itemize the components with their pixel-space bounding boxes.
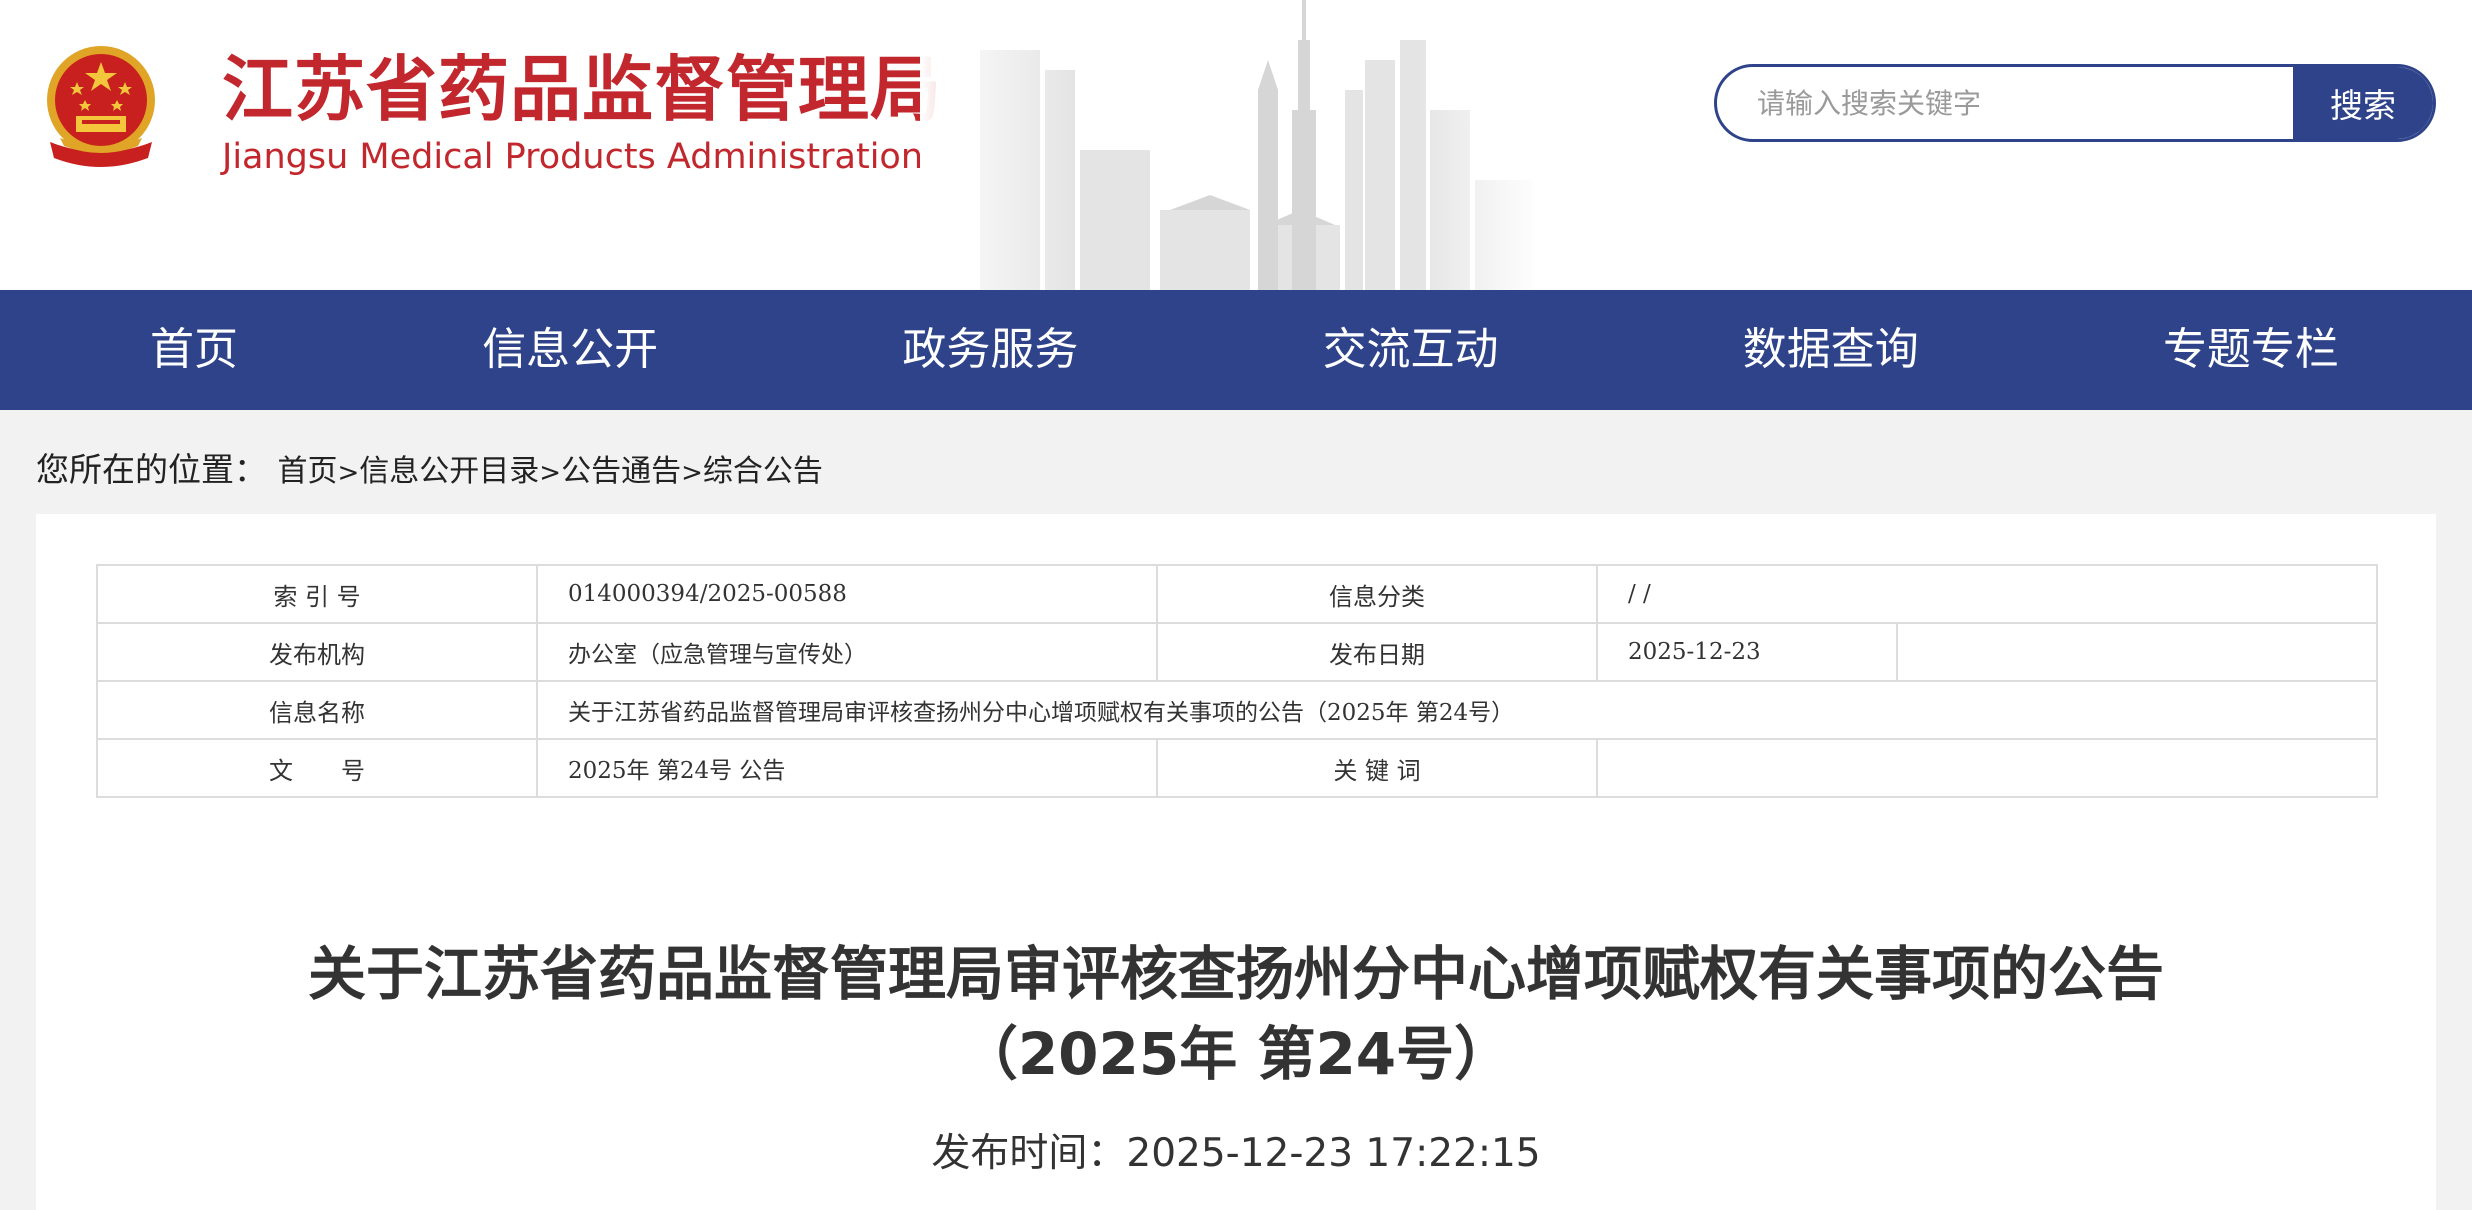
site-title-english: Jiangsu Medical Products Administration xyxy=(222,137,924,177)
nav-item-special-topics[interactable]: 专题专栏 xyxy=(2163,290,2339,410)
index-value: 014000394/2025-00588 xyxy=(536,564,1158,624)
article-title: 关于江苏省药品监督管理局审评核查扬州分中心增项赋权有关事项的公告 （2025年 … xyxy=(36,934,2436,1094)
publish-date-label: 发布日期 xyxy=(1156,622,1598,682)
publish-date-value: 2025-12-23 xyxy=(1596,622,1898,682)
nav-item-interaction[interactable]: 交流互动 xyxy=(1323,290,1499,410)
breadcrumb-item-general-notices[interactable]: 综合公告 xyxy=(703,454,823,489)
breadcrumb-separator: > xyxy=(337,458,360,488)
publisher-value: 办公室（应急管理与宣传处） xyxy=(536,622,1158,682)
table-row: 索 引 号 014000394/2025-00588 信息分类 / / xyxy=(96,564,2378,624)
search-box: 搜索 xyxy=(1714,64,2436,142)
breadcrumb-item-notices[interactable]: 公告通告 xyxy=(561,454,681,489)
skyline-decoration xyxy=(920,0,1540,290)
publish-time-value: 2025-12-23 17:22:15 xyxy=(1126,1131,1541,1176)
breadcrumb-prefix: 您所在的位置： xyxy=(36,450,267,489)
article-title-line: 关于江苏省药品监督管理局审评核查扬州分中心增项赋权有关事项的公告 xyxy=(307,940,2164,1008)
document-metadata-table: 索 引 号 014000394/2025-00588 信息分类 / / 发布机构… xyxy=(96,564,2378,798)
search-input[interactable] xyxy=(1717,67,2293,139)
nav-item-info-disclosure[interactable]: 信息公开 xyxy=(482,290,658,410)
nav-item-home[interactable]: 首页 xyxy=(150,290,238,410)
breadcrumb: 您所在的位置： 首页>信息公开目录>公告通告>综合公告 xyxy=(36,446,823,494)
document-number-label: 文 号 xyxy=(96,738,538,798)
main-nav: 首页 信息公开 政务服务 交流互动 数据查询 专题专栏 xyxy=(0,290,2472,410)
publish-time: 发布时间：2025-12-23 17:22:15 xyxy=(36,1126,2436,1182)
table-row: 发布机构 办公室（应急管理与宣传处） 发布日期 2025-12-23 xyxy=(96,622,2378,682)
breadcrumb-separator: > xyxy=(539,458,562,488)
publisher-label: 发布机构 xyxy=(96,622,538,682)
category-label: 信息分类 xyxy=(1156,564,1598,624)
article-title-number: （2025年 第24号） xyxy=(959,1020,1513,1088)
site-header: 江苏省药品监督管理局 Jiangsu Medical Products Admi… xyxy=(0,0,2472,290)
site-title: 江苏省药品监督管理局 xyxy=(222,48,943,131)
breadcrumb-item-info-catalog[interactable]: 信息公开目录 xyxy=(359,454,539,489)
table-row: 文 号 2025年 第24号 公告 关 键 词 xyxy=(96,738,2378,798)
index-label: 索 引 号 xyxy=(96,564,538,624)
national-emblem-icon xyxy=(47,46,155,167)
nav-item-gov-services[interactable]: 政务服务 xyxy=(902,290,1078,410)
publish-time-label: 发布时间： xyxy=(931,1131,1127,1176)
info-name-value: 关于江苏省药品监督管理局审评核查扬州分中心增项赋权有关事项的公告（2025年 第… xyxy=(536,680,2378,740)
keywords-value xyxy=(1596,738,2378,798)
article-panel: 索 引 号 014000394/2025-00588 信息分类 / / 发布机构… xyxy=(36,514,2436,1210)
search-button[interactable]: 搜索 xyxy=(2293,67,2433,139)
empty-cell xyxy=(1896,622,2378,682)
keywords-label: 关 键 词 xyxy=(1156,738,1598,798)
breadcrumb-item-home[interactable]: 首页 xyxy=(278,454,338,489)
table-row: 信息名称 关于江苏省药品监督管理局审评核查扬州分中心增项赋权有关事项的公告（20… xyxy=(96,680,2378,740)
nav-item-data-query[interactable]: 数据查询 xyxy=(1743,290,1919,410)
breadcrumb-separator: > xyxy=(681,458,703,488)
info-name-label: 信息名称 xyxy=(96,680,538,740)
document-number-value: 2025年 第24号 公告 xyxy=(536,738,1158,798)
category-value: / / xyxy=(1596,564,2378,624)
